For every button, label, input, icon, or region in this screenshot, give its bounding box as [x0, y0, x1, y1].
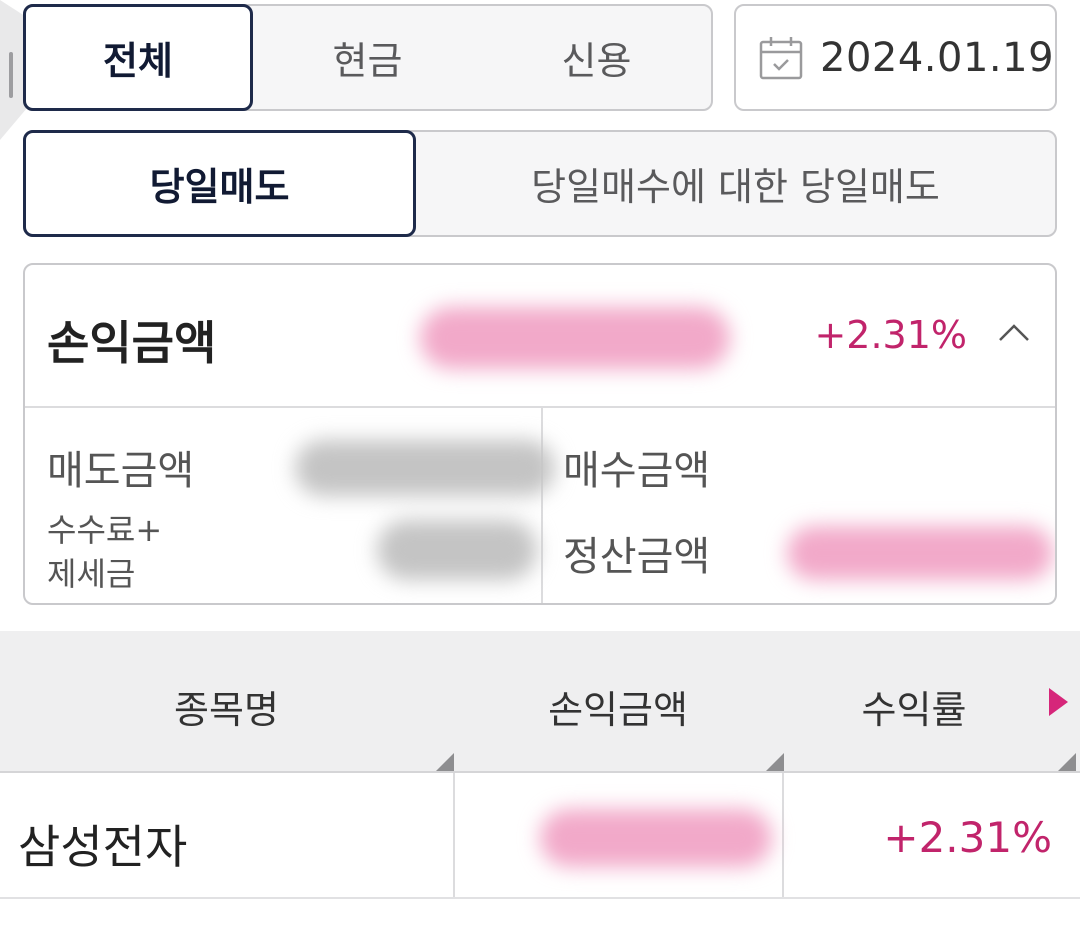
redacted-settlement-amount: [787, 526, 1053, 580]
tab-all[interactable]: 전체: [23, 4, 253, 111]
column-divider: [782, 773, 784, 897]
column-divider: [541, 408, 543, 603]
column-header-rate[interactable]: 수익률: [783, 679, 1045, 734]
column-header-name[interactable]: 종목명: [0, 679, 453, 734]
trade-type-tabs: 당일매도 당일매수에 대한 당일매도: [23, 130, 1057, 237]
fee-tax-label-line1: 수수료+: [47, 511, 163, 549]
pnl-rate: +2.31%: [814, 313, 967, 357]
redacted-row-pnl: [540, 809, 772, 867]
pnl-summary-details: 매도금액 매수금액 수수료+ 제세금 정산금액: [25, 408, 1055, 603]
tab-credit[interactable]: 신용: [482, 6, 711, 109]
fee-tax-label: 수수료+ 제세금: [47, 508, 162, 596]
pnl-summary-header[interactable]: 손익금액 +2.31%: [25, 265, 1055, 408]
date-picker[interactable]: 2024.01.19: [734, 4, 1057, 111]
tab-same-day-sell[interactable]: 당일매도: [23, 130, 416, 237]
chevron-up-icon[interactable]: [997, 321, 1031, 343]
column-header-pnl[interactable]: 손익금액: [453, 679, 783, 734]
redacted-pnl-amount: [420, 307, 730, 369]
pnl-title: 손익금액: [47, 316, 217, 370]
sort-handle-icon[interactable]: [766, 753, 784, 771]
settlement-label: 정산금액: [563, 534, 711, 580]
stock-rate: +2.31%: [883, 813, 1052, 862]
sort-handle-icon[interactable]: [1058, 753, 1076, 771]
sort-handle-icon[interactable]: [436, 753, 454, 771]
tab-cash[interactable]: 현금: [253, 6, 482, 109]
column-divider: [453, 773, 455, 897]
sell-amount-label: 매도금액: [47, 448, 195, 494]
redacted-sell-amount: [295, 440, 555, 496]
tab-same-day-buy-sell[interactable]: 당일매수에 대한 당일매도: [416, 132, 1055, 235]
scroll-right-arrow-icon[interactable]: [1046, 685, 1070, 719]
buy-amount-label: 매수금액: [563, 448, 711, 494]
stock-table-header: 종목명 손익금액 수익률: [0, 631, 1080, 773]
account-type-tabs: 전체 현금 신용: [23, 4, 713, 111]
edge-handle-grip: [9, 52, 13, 98]
date-value: 2024.01.19: [820, 34, 1055, 81]
table-row[interactable]: 삼성전자 +2.31%: [0, 773, 1080, 899]
pnl-summary-card: 손익금액 +2.31% 매도금액 매수금액 수수료+ 제세금 정산금액: [23, 263, 1057, 605]
calendar-icon: [759, 36, 803, 79]
fee-tax-label-line2: 제세금: [47, 555, 136, 593]
redacted-fee-tax: [377, 520, 537, 580]
stock-name: 삼성전자: [18, 820, 188, 874]
